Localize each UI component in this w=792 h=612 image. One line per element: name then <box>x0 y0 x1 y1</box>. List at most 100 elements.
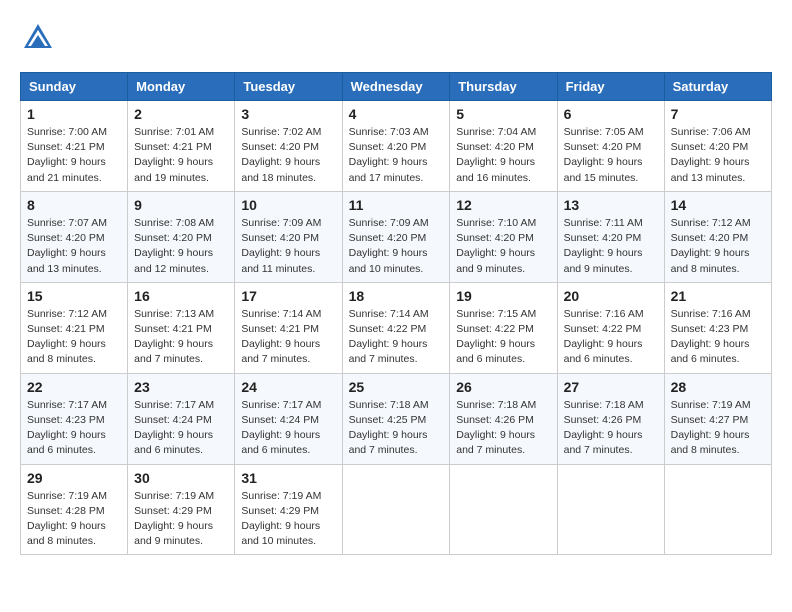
calendar-cell: 28 Sunrise: 7:19 AM Sunset: 4:27 PM Dayli… <box>664 373 771 464</box>
day-detail: Sunrise: 7:16 AM Sunset: 4:22 PM Dayligh… <box>564 307 658 368</box>
day-number: 29 <box>27 470 121 486</box>
calendar-cell: 8 Sunrise: 7:07 AM Sunset: 4:20 PM Daylig… <box>21 191 128 282</box>
day-number: 21 <box>671 288 765 304</box>
calendar-cell: 22 Sunrise: 7:17 AM Sunset: 4:23 PM Dayli… <box>21 373 128 464</box>
weekday-header-saturday: Saturday <box>664 73 771 101</box>
day-detail: Sunrise: 7:18 AM Sunset: 4:26 PM Dayligh… <box>456 398 550 459</box>
day-detail: Sunrise: 7:03 AM Sunset: 4:20 PM Dayligh… <box>349 125 444 186</box>
day-detail: Sunrise: 7:12 AM Sunset: 4:20 PM Dayligh… <box>671 216 765 277</box>
day-detail: Sunrise: 7:18 AM Sunset: 4:25 PM Dayligh… <box>349 398 444 459</box>
day-detail: Sunrise: 7:01 AM Sunset: 4:21 PM Dayligh… <box>134 125 228 186</box>
calendar-cell <box>557 464 664 555</box>
day-detail: Sunrise: 7:08 AM Sunset: 4:20 PM Dayligh… <box>134 216 228 277</box>
day-number: 5 <box>456 106 550 122</box>
calendar-cell: 9 Sunrise: 7:08 AM Sunset: 4:20 PM Daylig… <box>128 191 235 282</box>
calendar-cell: 10 Sunrise: 7:09 AM Sunset: 4:20 PM Dayli… <box>235 191 342 282</box>
calendar-week-row: 29 Sunrise: 7:19 AM Sunset: 4:28 PM Dayli… <box>21 464 772 555</box>
day-number: 7 <box>671 106 765 122</box>
day-number: 9 <box>134 197 228 213</box>
logo <box>20 20 60 56</box>
weekday-header-wednesday: Wednesday <box>342 73 450 101</box>
day-number: 16 <box>134 288 228 304</box>
calendar-cell <box>450 464 557 555</box>
calendar-cell: 1 Sunrise: 7:00 AM Sunset: 4:21 PM Daylig… <box>21 101 128 192</box>
calendar-table: SundayMondayTuesdayWednesdayThursdayFrid… <box>20 72 772 555</box>
day-number: 26 <box>456 379 550 395</box>
weekday-header-thursday: Thursday <box>450 73 557 101</box>
calendar-cell: 17 Sunrise: 7:14 AM Sunset: 4:21 PM Dayli… <box>235 282 342 373</box>
day-number: 6 <box>564 106 658 122</box>
day-number: 27 <box>564 379 658 395</box>
day-number: 10 <box>241 197 335 213</box>
calendar-cell: 21 Sunrise: 7:16 AM Sunset: 4:23 PM Dayli… <box>664 282 771 373</box>
calendar-cell: 16 Sunrise: 7:13 AM Sunset: 4:21 PM Dayli… <box>128 282 235 373</box>
calendar-cell: 7 Sunrise: 7:06 AM Sunset: 4:20 PM Daylig… <box>664 101 771 192</box>
day-number: 25 <box>349 379 444 395</box>
page-header <box>20 20 772 56</box>
day-detail: Sunrise: 7:11 AM Sunset: 4:20 PM Dayligh… <box>564 216 658 277</box>
day-number: 30 <box>134 470 228 486</box>
day-detail: Sunrise: 7:19 AM Sunset: 4:29 PM Dayligh… <box>134 489 228 550</box>
logo-icon <box>20 20 56 56</box>
day-detail: Sunrise: 7:19 AM Sunset: 4:28 PM Dayligh… <box>27 489 121 550</box>
day-detail: Sunrise: 7:04 AM Sunset: 4:20 PM Dayligh… <box>456 125 550 186</box>
day-number: 19 <box>456 288 550 304</box>
day-detail: Sunrise: 7:12 AM Sunset: 4:21 PM Dayligh… <box>27 307 121 368</box>
calendar-cell: 2 Sunrise: 7:01 AM Sunset: 4:21 PM Daylig… <box>128 101 235 192</box>
weekday-header-tuesday: Tuesday <box>235 73 342 101</box>
calendar-cell: 15 Sunrise: 7:12 AM Sunset: 4:21 PM Dayli… <box>21 282 128 373</box>
day-detail: Sunrise: 7:07 AM Sunset: 4:20 PM Dayligh… <box>27 216 121 277</box>
day-number: 24 <box>241 379 335 395</box>
calendar-cell: 5 Sunrise: 7:04 AM Sunset: 4:20 PM Daylig… <box>450 101 557 192</box>
day-detail: Sunrise: 7:09 AM Sunset: 4:20 PM Dayligh… <box>349 216 444 277</box>
day-number: 3 <box>241 106 335 122</box>
calendar-cell: 3 Sunrise: 7:02 AM Sunset: 4:20 PM Daylig… <box>235 101 342 192</box>
day-detail: Sunrise: 7:16 AM Sunset: 4:23 PM Dayligh… <box>671 307 765 368</box>
day-detail: Sunrise: 7:15 AM Sunset: 4:22 PM Dayligh… <box>456 307 550 368</box>
day-number: 22 <box>27 379 121 395</box>
day-detail: Sunrise: 7:17 AM Sunset: 4:24 PM Dayligh… <box>241 398 335 459</box>
calendar-cell: 18 Sunrise: 7:14 AM Sunset: 4:22 PM Dayli… <box>342 282 450 373</box>
day-number: 12 <box>456 197 550 213</box>
calendar-cell: 14 Sunrise: 7:12 AM Sunset: 4:20 PM Dayli… <box>664 191 771 282</box>
day-number: 20 <box>564 288 658 304</box>
calendar-cell: 19 Sunrise: 7:15 AM Sunset: 4:22 PM Dayli… <box>450 282 557 373</box>
day-detail: Sunrise: 7:17 AM Sunset: 4:24 PM Dayligh… <box>134 398 228 459</box>
day-number: 13 <box>564 197 658 213</box>
day-number: 28 <box>671 379 765 395</box>
calendar-cell: 6 Sunrise: 7:05 AM Sunset: 4:20 PM Daylig… <box>557 101 664 192</box>
day-number: 11 <box>349 197 444 213</box>
day-detail: Sunrise: 7:19 AM Sunset: 4:29 PM Dayligh… <box>241 489 335 550</box>
day-detail: Sunrise: 7:14 AM Sunset: 4:21 PM Dayligh… <box>241 307 335 368</box>
day-detail: Sunrise: 7:18 AM Sunset: 4:26 PM Dayligh… <box>564 398 658 459</box>
day-detail: Sunrise: 7:14 AM Sunset: 4:22 PM Dayligh… <box>349 307 444 368</box>
day-detail: Sunrise: 7:06 AM Sunset: 4:20 PM Dayligh… <box>671 125 765 186</box>
day-number: 17 <box>241 288 335 304</box>
calendar-week-row: 8 Sunrise: 7:07 AM Sunset: 4:20 PM Daylig… <box>21 191 772 282</box>
day-detail: Sunrise: 7:17 AM Sunset: 4:23 PM Dayligh… <box>27 398 121 459</box>
calendar-cell <box>664 464 771 555</box>
day-detail: Sunrise: 7:05 AM Sunset: 4:20 PM Dayligh… <box>564 125 658 186</box>
calendar-cell: 29 Sunrise: 7:19 AM Sunset: 4:28 PM Dayli… <box>21 464 128 555</box>
calendar-cell: 26 Sunrise: 7:18 AM Sunset: 4:26 PM Dayli… <box>450 373 557 464</box>
day-number: 15 <box>27 288 121 304</box>
day-detail: Sunrise: 7:02 AM Sunset: 4:20 PM Dayligh… <box>241 125 335 186</box>
day-number: 14 <box>671 197 765 213</box>
day-detail: Sunrise: 7:09 AM Sunset: 4:20 PM Dayligh… <box>241 216 335 277</box>
calendar-week-row: 15 Sunrise: 7:12 AM Sunset: 4:21 PM Dayli… <box>21 282 772 373</box>
day-number: 4 <box>349 106 444 122</box>
calendar-cell: 30 Sunrise: 7:19 AM Sunset: 4:29 PM Dayli… <box>128 464 235 555</box>
day-detail: Sunrise: 7:19 AM Sunset: 4:27 PM Dayligh… <box>671 398 765 459</box>
calendar-week-row: 1 Sunrise: 7:00 AM Sunset: 4:21 PM Daylig… <box>21 101 772 192</box>
day-detail: Sunrise: 7:10 AM Sunset: 4:20 PM Dayligh… <box>456 216 550 277</box>
day-number: 8 <box>27 197 121 213</box>
weekday-header-monday: Monday <box>128 73 235 101</box>
calendar-cell: 13 Sunrise: 7:11 AM Sunset: 4:20 PM Dayli… <box>557 191 664 282</box>
calendar-header-row: SundayMondayTuesdayWednesdayThursdayFrid… <box>21 73 772 101</box>
day-detail: Sunrise: 7:00 AM Sunset: 4:21 PM Dayligh… <box>27 125 121 186</box>
day-number: 18 <box>349 288 444 304</box>
calendar-cell: 25 Sunrise: 7:18 AM Sunset: 4:25 PM Dayli… <box>342 373 450 464</box>
day-number: 2 <box>134 106 228 122</box>
day-detail: Sunrise: 7:13 AM Sunset: 4:21 PM Dayligh… <box>134 307 228 368</box>
day-number: 1 <box>27 106 121 122</box>
